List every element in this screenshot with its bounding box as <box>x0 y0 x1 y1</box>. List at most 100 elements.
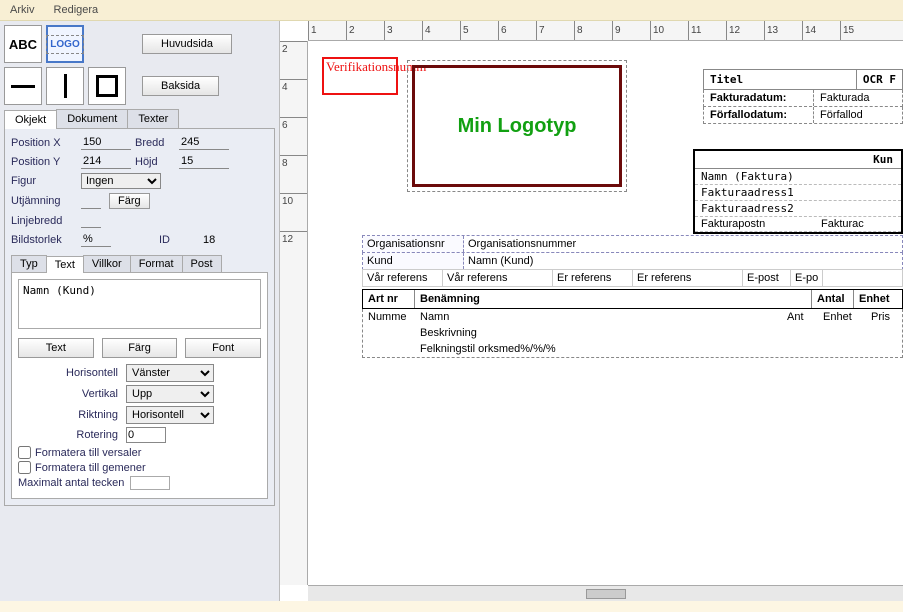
your-ref-value[interactable]: Er referens <box>633 270 743 286</box>
items-table-header: Art nr Benämning Antal Enhet <box>362 289 903 309</box>
items-table-body[interactable]: Numme Namn Ant Enhet Pris Beskrivning Fe… <box>362 309 903 358</box>
halign-label: Horisontell <box>18 367 118 379</box>
back-page-button[interactable]: Baksida <box>142 76 219 96</box>
figure-select[interactable]: Ingen <box>81 173 161 189</box>
linewidth-input[interactable] <box>81 213 101 228</box>
ruler-tick: 4 <box>422 21 460 40</box>
id-value: 18 <box>203 234 215 246</box>
customer-city: Fakturac <box>821 218 864 230</box>
id-label: ID <box>159 234 199 246</box>
orgnr-value[interactable]: Organisationsnummer <box>463 236 902 252</box>
main-tabs: Okjekt Dokument Texter <box>4 109 275 129</box>
invoice-info-box[interactable]: Titel OCR F Fakturadatum: Fakturada Förf… <box>703 69 903 124</box>
menu-file[interactable]: Arkiv <box>10 4 34 16</box>
ruler-vertical: 24681012 <box>280 41 308 585</box>
your-ref-label: Er referens <box>553 270 633 286</box>
ruler-tick: 2 <box>280 41 307 79</box>
customer-header: Kun <box>695 151 901 169</box>
text-button[interactable]: Text <box>18 338 94 358</box>
valign-label: Vertikal <box>18 388 118 400</box>
email-value[interactable]: E-po <box>791 270 823 286</box>
tool-rect[interactable] <box>88 67 126 105</box>
subtab-post[interactable]: Post <box>182 255 222 272</box>
tab-texts[interactable]: Texter <box>127 109 179 128</box>
ruler-tick: 10 <box>280 193 307 231</box>
subtab-format[interactable]: Format <box>130 255 183 272</box>
customer-row: Fakturaadress1 <box>695 185 901 201</box>
canvas-area[interactable]: 123456789101112131415 24681012 Verifikat… <box>280 21 903 601</box>
tab-object[interactable]: Okjekt <box>4 110 57 129</box>
due-date-value: Förfallod <box>814 107 869 123</box>
tool-text[interactable]: ABC <box>4 25 42 63</box>
text-color-button[interactable]: Färg <box>102 338 178 358</box>
rotation-input[interactable] <box>126 427 166 443</box>
subtab-type[interactable]: Typ <box>11 255 47 272</box>
title-header: Titel <box>704 70 857 89</box>
main-page-button[interactable]: Huvudsida <box>142 34 232 54</box>
imgsize-label: Bildstorlek <box>11 234 77 246</box>
ruler-tick: 6 <box>280 117 307 155</box>
th-unit: Enhet <box>854 290 902 308</box>
th-artnr: Art nr <box>363 290 415 308</box>
tool-vline[interactable] <box>46 67 84 105</box>
posy-label: Position Y <box>11 156 77 168</box>
posx-label: Position X <box>11 137 77 149</box>
posx-input[interactable] <box>81 135 131 150</box>
lowercase-checkbox[interactable] <box>18 461 31 474</box>
tr-discount: Felkningstil orksmed%/%/% <box>415 341 561 357</box>
halign-select[interactable]: Vänster <box>126 364 214 382</box>
customer-row: Fakturaadress2 <box>695 201 901 217</box>
ruler-tick: 13 <box>764 21 802 40</box>
uppercase-label: Formatera till versaler <box>35 447 141 459</box>
imgsize-input[interactable] <box>81 232 111 247</box>
subtab-text[interactable]: Text <box>46 256 84 273</box>
menubar: Arkiv Redigera <box>0 0 903 21</box>
tr-name: Namn <box>415 309 782 325</box>
verification-number-field[interactable]: Verifikationsnumm <box>322 57 398 95</box>
sub-tabs: Typ Text Villkor Format Post <box>11 255 268 273</box>
direction-select[interactable]: Horisontell <box>126 406 214 424</box>
tool-logo[interactable]: LOGO <box>46 25 84 63</box>
ruler-tick: 2 <box>346 21 384 40</box>
text-content-input[interactable]: Namn (Kund) <box>18 279 261 329</box>
tr-num: Numme <box>363 309 415 325</box>
kund-label: Kund <box>363 253 463 269</box>
th-qty: Antal <box>812 290 854 308</box>
ruler-tick: 10 <box>650 21 688 40</box>
posy-input[interactable] <box>81 154 131 169</box>
ruler-tick: 11 <box>688 21 726 40</box>
height-input[interactable] <box>179 154 229 169</box>
ocr-header: OCR F <box>857 70 902 89</box>
align-input[interactable] <box>81 194 101 209</box>
horizontal-scrollbar[interactable] <box>308 585 903 601</box>
subtab-villkor[interactable]: Villkor <box>83 255 131 272</box>
left-panel: ABC LOGO Huvudsida Baksida Okjekt Dokume… <box>0 21 280 601</box>
kund-value[interactable]: Namn (Kund) <box>463 253 902 269</box>
ruler-tick: 8 <box>280 155 307 193</box>
tool-hline[interactable] <box>4 67 42 105</box>
menu-edit[interactable]: Redigera <box>54 4 99 16</box>
page-surface[interactable]: Verifikationsnumm Min Logotyp Titel OCR … <box>312 45 903 585</box>
width-input[interactable] <box>179 135 229 150</box>
valign-select[interactable]: Upp <box>126 385 214 403</box>
our-ref-label: Vår referens <box>363 270 443 286</box>
rotation-label: Rotering <box>18 429 118 441</box>
logo-text: Min Logotyp <box>458 115 577 138</box>
tr-unit: Enhet <box>818 309 866 325</box>
orgnr-label: Organisationsnr <box>363 236 463 252</box>
customer-post: Fakturapostn <box>701 218 821 230</box>
ruler-tick: 9 <box>612 21 650 40</box>
tr-price: Pris <box>866 309 902 325</box>
uppercase-checkbox[interactable] <box>18 446 31 459</box>
th-name: Benämning <box>415 290 812 308</box>
our-ref-value[interactable]: Vår referens <box>443 270 553 286</box>
font-button[interactable]: Font <box>185 338 261 358</box>
scrollbar-thumb[interactable] <box>586 589 626 599</box>
color-button[interactable]: Färg <box>109 193 150 209</box>
logo-field[interactable]: Min Logotyp <box>412 65 622 187</box>
maxchars-input[interactable] <box>130 476 170 490</box>
maxchars-label: Maximalt antal tecken <box>18 477 124 489</box>
email-label: E-post <box>743 270 791 286</box>
tab-document[interactable]: Dokument <box>56 109 128 128</box>
customer-box[interactable]: Kun Namn (Faktura)Fakturaadress1Fakturaa… <box>693 149 903 234</box>
